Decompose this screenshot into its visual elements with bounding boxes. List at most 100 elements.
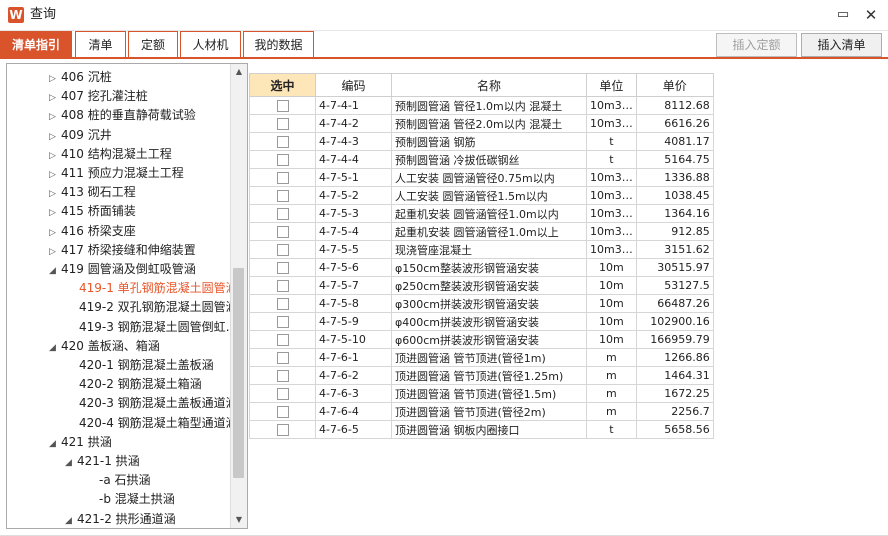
tree-item[interactable]: ▷ 417 桥梁接缝和伸缩装置 [49, 241, 196, 260]
tab-quota[interactable]: 定额 [128, 31, 178, 57]
table-row[interactable]: 4-7-5-10 φ600cm拼装波形钢管涵安装 10m 166959.79 [249, 330, 714, 349]
table-row[interactable]: 4-7-5-5 现浇管座混凝土 10m3… 3151.62 [249, 240, 714, 259]
collapsed-arrow-icon[interactable]: ▷ [49, 108, 61, 127]
tree-item[interactable]: -b 混凝土拱涵 [99, 490, 175, 509]
expanded-arrow-icon[interactable]: ◢ [49, 339, 61, 358]
scroll-up-icon[interactable]: ▲ [231, 64, 247, 80]
tree-item[interactable]: ▷ 416 桥梁支座 [49, 222, 136, 241]
collapsed-arrow-icon[interactable]: ▷ [49, 185, 61, 204]
row-select-checkbox[interactable] [249, 258, 316, 277]
checkbox[interactable] [276, 352, 289, 364]
row-select-checkbox[interactable] [249, 114, 316, 133]
tree-item[interactable]: ◢ 419 圆管涵及倒虹吸管涵 [49, 260, 196, 279]
table-row[interactable]: 4-7-5-2 人工安装 圆管涵管径1.5m以内 10m3… 1038.45 [249, 186, 714, 205]
table-row[interactable]: 4-7-5-3 起重机安装 圆管涵管径1.0m以内 10m3… 1364.16 [249, 204, 714, 223]
row-select-checkbox[interactable] [249, 402, 316, 421]
collapsed-arrow-icon[interactable]: ▷ [49, 243, 61, 262]
table-row[interactable]: 4-7-4-3 预制圆管涵 钢筋 t 4081.17 [249, 132, 714, 151]
tree-item[interactable]: -a 石拱涵 [99, 471, 151, 490]
checkbox[interactable] [276, 100, 289, 112]
tree-item[interactable]: ◢ 421-1 拱涵 [65, 452, 140, 471]
checkbox[interactable] [276, 262, 289, 274]
checkbox[interactable] [276, 370, 289, 382]
collapsed-arrow-icon[interactable]: ▷ [49, 128, 61, 147]
tree-item[interactable]: ▷ 415 桥面铺装 [49, 202, 136, 221]
tab-list-guide[interactable]: 清单指引 [0, 31, 72, 57]
checkbox[interactable] [276, 280, 289, 292]
row-select-checkbox[interactable] [249, 348, 316, 367]
checkbox[interactable] [276, 118, 289, 130]
checkbox[interactable] [276, 298, 289, 310]
row-select-checkbox[interactable] [249, 366, 316, 385]
column-header-code[interactable]: 编码 [315, 73, 392, 97]
table-row[interactable]: 4-7-5-7 φ250cm整装波形钢管涵安装 10m 53127.5 [249, 276, 714, 295]
table-row[interactable]: 4-7-6-4 顶进圆管涵 管节顶进(管径2m) m 2256.7 [249, 402, 714, 421]
tree-item[interactable]: ▷ 408 桩的垂直静荷载试验 [49, 106, 196, 125]
row-select-checkbox[interactable] [249, 294, 316, 313]
checkbox[interactable] [276, 208, 289, 220]
tab-labor-material-machine[interactable]: 人材机 [180, 31, 241, 57]
table-row[interactable]: 4-7-4-4 预制圆管涵 冷拔低碳钢丝 t 5164.75 [249, 150, 714, 169]
row-select-checkbox[interactable] [249, 420, 316, 439]
tree-item[interactable]: 420-4 钢筋混凝土箱型通道涵 [79, 414, 238, 433]
scroll-down-icon[interactable]: ▼ [231, 512, 247, 528]
tree-item[interactable]: ◢ 421 拱涵 [49, 433, 112, 452]
row-select-checkbox[interactable] [249, 204, 316, 223]
row-select-checkbox[interactable] [249, 384, 316, 403]
tree-item[interactable]: 420-2 钢筋混凝土箱涵 [79, 375, 202, 394]
checkbox[interactable] [276, 172, 289, 184]
tree-item[interactable]: 420-3 钢筋混凝土盖板通道涵 [79, 394, 238, 413]
tab-my-data[interactable]: 我的数据 [243, 31, 314, 57]
row-select-checkbox[interactable] [249, 168, 316, 187]
tree-scrollbar[interactable]: ▲ ▼ [230, 64, 247, 528]
checkbox[interactable] [276, 406, 289, 418]
row-select-checkbox[interactable] [249, 222, 316, 241]
table-row[interactable]: 4-7-5-4 起重机安装 圆管涵管径1.0m以上 10m3… 912.85 [249, 222, 714, 241]
collapsed-arrow-icon[interactable]: ▷ [49, 89, 61, 108]
tree-item[interactable]: ◢ 420 盖板涵、箱涵 [49, 337, 160, 356]
tree-item[interactable]: ▷ 409 沉井 [49, 126, 112, 145]
insert-list-button[interactable]: 插入清单 [801, 33, 882, 57]
table-row[interactable]: 4-7-6-3 顶进圆管涵 管节顶进(管径1.5m) m 1672.25 [249, 384, 714, 403]
tree-item[interactable]: ◢ 421-2 拱形通道涵 [65, 510, 176, 528]
expanded-arrow-icon[interactable]: ◢ [65, 512, 77, 528]
tree-item[interactable]: ▷ 411 预应力混凝土工程 [49, 164, 184, 183]
row-select-checkbox[interactable] [249, 276, 316, 295]
expanded-arrow-icon[interactable]: ◢ [49, 262, 61, 281]
row-select-checkbox[interactable] [249, 186, 316, 205]
tree-item[interactable]: 419-2 双孔钢筋混凝土圆管涵 [79, 298, 238, 317]
checkbox[interactable] [276, 388, 289, 400]
checkbox[interactable] [276, 244, 289, 256]
category-tree[interactable]: ▷ 406 沉桩 ▷ 407 挖孔灌注桩 ▷ 408 桩的垂直静荷载试验 ▷ 409 沉井 ▷ 4… [6, 63, 248, 529]
maximize-icon[interactable]: ▭ [834, 6, 852, 24]
table-row[interactable]: 4-7-5-8 φ300cm拼装波形钢管涵安装 10m 66487.26 [249, 294, 714, 313]
table-row[interactable]: 4-7-4-1 预制圆管涵 管径1.0m以内 混凝土 10m3… 8112.68 [249, 96, 714, 115]
table-row[interactable]: 4-7-6-5 顶进圆管涵 钢板内圈接口 t 5658.56 [249, 420, 714, 439]
checkbox[interactable] [276, 154, 289, 166]
row-select-checkbox[interactable] [249, 330, 316, 349]
table-row[interactable]: 4-7-5-9 φ400cm拼装波形钢管涵安装 10m 102900.16 [249, 312, 714, 331]
tab-list[interactable]: 清单 [75, 31, 126, 57]
expanded-arrow-icon[interactable]: ◢ [49, 435, 61, 454]
tree-item[interactable]: ▷ 407 挖孔灌注桩 [49, 87, 148, 106]
table-row[interactable]: 4-7-4-2 预制圆管涵 管径2.0m以内 混凝土 10m3… 6616.26 [249, 114, 714, 133]
checkbox[interactable] [276, 226, 289, 238]
expanded-arrow-icon[interactable]: ◢ [65, 454, 77, 473]
checkbox[interactable] [276, 316, 289, 328]
checkbox[interactable] [276, 136, 289, 148]
collapsed-arrow-icon[interactable]: ▷ [49, 70, 61, 89]
column-header-unit[interactable]: 单位 [586, 73, 637, 97]
column-header-price[interactable]: 单价 [635, 73, 714, 97]
tree-item[interactable]: 419-3 钢筋混凝土圆管倒虹… [79, 318, 238, 337]
checkbox[interactable] [276, 334, 289, 346]
tree-item[interactable]: 419-1 单孔钢筋混凝土圆管涵 [79, 279, 238, 298]
checkbox[interactable] [276, 190, 289, 202]
scroll-thumb[interactable] [233, 268, 244, 478]
table-row[interactable]: 4-7-6-2 顶进圆管涵 管节顶进(管径1.25m) m 1464.31 [249, 366, 714, 385]
collapsed-arrow-icon[interactable]: ▷ [49, 224, 61, 243]
tree-item[interactable]: 420-1 钢筋混凝土盖板涵 [79, 356, 214, 375]
tree-item[interactable]: ▷ 413 砌石工程 [49, 183, 136, 202]
column-header-name[interactable]: 名称 [391, 73, 587, 97]
tree-item[interactable]: ▷ 406 沉桩 [49, 68, 112, 87]
row-select-checkbox[interactable] [249, 312, 316, 331]
